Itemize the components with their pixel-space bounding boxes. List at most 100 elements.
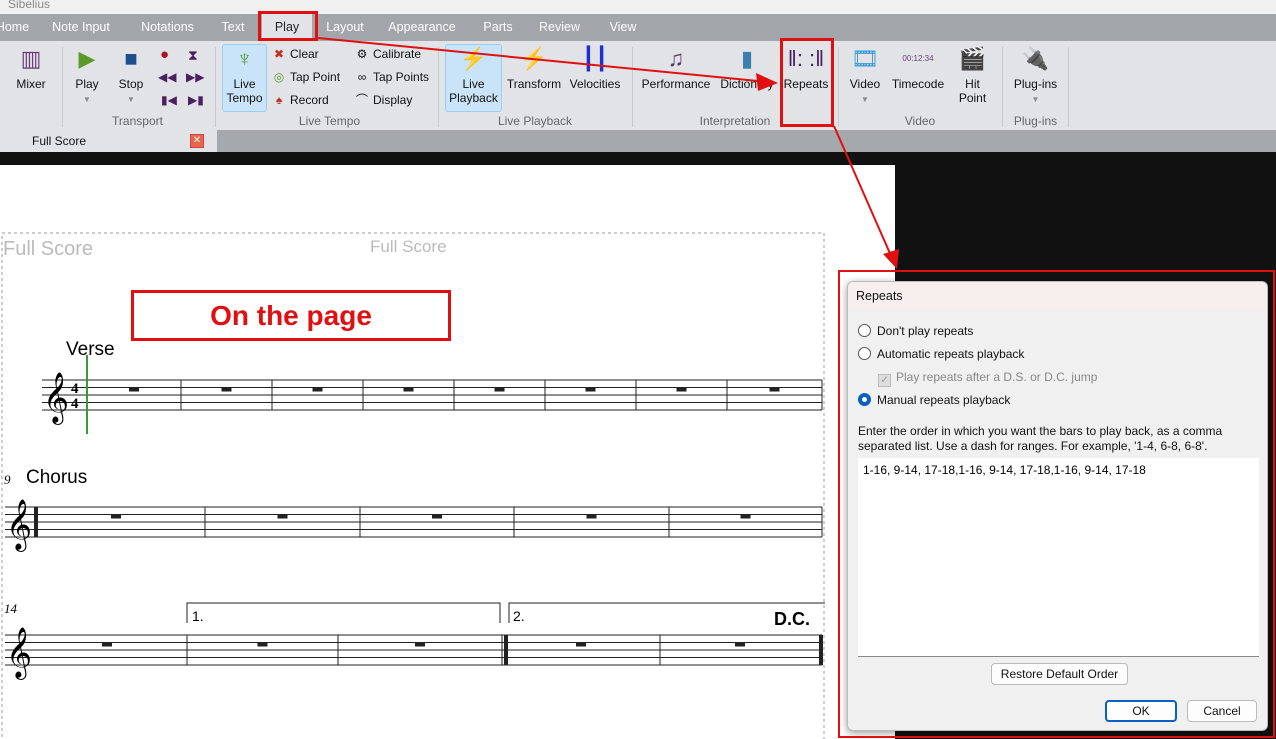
plug-icon: 🔌: [1021, 46, 1050, 71]
clear-button[interactable]: ✖ Clear: [271, 44, 319, 64]
fast-forward-icon[interactable]: ▶▶: [186, 67, 204, 87]
plugins-button[interactable]: 🔌 Plug-ins ▼: [1008, 45, 1063, 107]
group-live-tempo: Live Tempo: [298, 114, 361, 128]
play-tab-highlight: [258, 11, 318, 41]
dialog-highlight: [838, 270, 1275, 738]
chorus-label: Chorus: [26, 467, 87, 488]
ending-1: 1.: [192, 608, 204, 624]
whole-rest: [129, 387, 139, 392]
group-transport: Transport: [112, 114, 163, 128]
whole-rest: [585, 387, 596, 392]
ribbon-tabs: Home Note Input Notations Text Play Layo…: [0, 14, 1276, 41]
calibrate-button[interactable]: ⚙ Calibrate: [354, 44, 421, 64]
dictionary-button[interactable]: ▮ Dictionary: [717, 45, 777, 91]
tab-view[interactable]: View: [602, 14, 644, 41]
velocities-icon: ┃┃: [581, 46, 609, 71]
metronome-icon[interactable]: ⧗: [188, 45, 198, 65]
whole-rest: [494, 387, 505, 392]
tab-layout[interactable]: Layout: [320, 14, 370, 41]
stop-button[interactable]: ■ Stop ▼: [114, 45, 148, 107]
ending-2: 2.: [513, 608, 525, 624]
record-tempo-button[interactable]: ♠ Record: [271, 90, 329, 110]
dictionary-icon: ▮: [740, 46, 754, 71]
rewind-icon[interactable]: ◀◀: [158, 67, 176, 87]
dc-marking: D.C.: [774, 609, 810, 629]
verse-label: Verse: [66, 339, 115, 360]
transform-icon: ⚡: [520, 46, 548, 71]
repeats-button-highlight: [780, 38, 834, 127]
mixer-button[interactable]: ▥ Mixer: [10, 45, 52, 91]
whole-rest: [102, 642, 112, 647]
lightning-icon: ⚡: [459, 46, 488, 71]
record-tempo-icon: ♠: [275, 93, 283, 107]
calibrate-icon: ⚙: [356, 47, 368, 61]
hit-point-button[interactable]: 🎬 Hit Point: [950, 45, 995, 105]
whole-rest: [586, 514, 597, 519]
tap-points-icon: ∞: [357, 70, 367, 84]
performance-button[interactable]: ♫ Performance: [640, 45, 712, 91]
document-tab[interactable]: Full Score: [0, 130, 217, 152]
whole-rest: [735, 642, 745, 647]
whole-rest: [740, 514, 751, 519]
whole-rest: [432, 514, 442, 519]
timecode-icon: 00:12:34: [902, 54, 934, 63]
tab-text[interactable]: Text: [212, 14, 254, 41]
whole-rest: [312, 387, 323, 392]
treble-clef-icon: 𝄞: [43, 373, 69, 425]
treble-clef-icon: 𝄞: [6, 500, 32, 552]
clear-icon: ✖: [273, 47, 285, 61]
group-live-playback: Live Playback: [497, 114, 573, 128]
group-video: Video: [904, 114, 936, 128]
score-page[interactable]: Full Score Full Score Verse Chorus 9 14 …: [0, 165, 895, 739]
video-button[interactable]: 🎞 Video ▼: [845, 45, 885, 107]
tap-points-button[interactable]: ∞ Tap Points: [354, 67, 429, 87]
ending-brackets: [186, 602, 825, 623]
tab-parts[interactable]: Parts: [478, 14, 518, 41]
window-title: Sibelius: [0, 0, 1276, 14]
conductor-icon: ♆: [236, 46, 253, 71]
live-playback-button[interactable]: ⚡ Live Playback: [445, 44, 502, 112]
bar-number-14: 14: [4, 601, 18, 616]
score: Full Score Full Score Verse Chorus 9 14 …: [1, 232, 825, 739]
display-button[interactable]: ⌒ Display: [354, 90, 412, 110]
record-icon[interactable]: ●: [160, 45, 169, 65]
whole-rest: [277, 514, 288, 519]
tab-note-input[interactable]: Note Input: [42, 14, 120, 41]
whole-rest: [403, 387, 414, 392]
play-button[interactable]: ▶ Play ▼: [70, 45, 104, 107]
timecode-button[interactable]: 00:12:34 Timecode: [890, 45, 946, 91]
tab-appearance[interactable]: Appearance: [382, 14, 462, 41]
group-plugins: Plug-ins: [1013, 114, 1058, 128]
go-to-start-icon[interactable]: ▮◀: [161, 90, 177, 110]
tap-point-button[interactable]: ◎ Tap Point: [271, 67, 340, 87]
on-the-page-callout: On the page: [131, 290, 451, 341]
ribbon: ▥ Mixer ▶ Play ▼ ■ Stop ▼ ● ⧗ ◀◀ ▶▶ ▮◀ ▶▮ Tra…: [0, 41, 1276, 130]
bar-number-9: 9: [4, 472, 11, 487]
tab-notations[interactable]: Notations: [130, 14, 205, 41]
stop-icon: ■: [124, 46, 138, 71]
time-sig-top: 4: [71, 381, 79, 397]
time-sig-bottom: 4: [71, 396, 79, 412]
whole-rest: [576, 642, 586, 647]
treble-clef-icon: 𝄞: [6, 628, 32, 680]
tab-home[interactable]: Home: [0, 14, 35, 41]
tap-point-icon: ◎: [273, 70, 285, 84]
whole-rest: [111, 514, 121, 519]
whole-rest: [257, 642, 268, 647]
close-tab-icon[interactable]: ✕: [190, 134, 204, 148]
whole-rest: [221, 387, 232, 392]
whole-rest: [676, 387, 687, 392]
header-left: Full Score: [3, 238, 93, 260]
go-to-end-icon[interactable]: ▶▮: [188, 90, 204, 110]
performance-icon: ♫: [667, 46, 685, 71]
transform-button[interactable]: ⚡ Transform: [505, 45, 563, 91]
live-tempo-button[interactable]: ♆ Live Tempo: [222, 44, 267, 112]
tab-review[interactable]: Review: [532, 14, 587, 41]
display-icon: ⌒: [355, 93, 368, 107]
play-icon: ▶: [78, 46, 96, 71]
header-center: Full Score: [370, 237, 447, 256]
mixer-icon: ▥: [20, 46, 42, 71]
film-icon: 🎞: [851, 46, 879, 71]
velocities-button[interactable]: ┃┃ Velocities: [566, 45, 624, 91]
whole-rest: [769, 387, 780, 392]
